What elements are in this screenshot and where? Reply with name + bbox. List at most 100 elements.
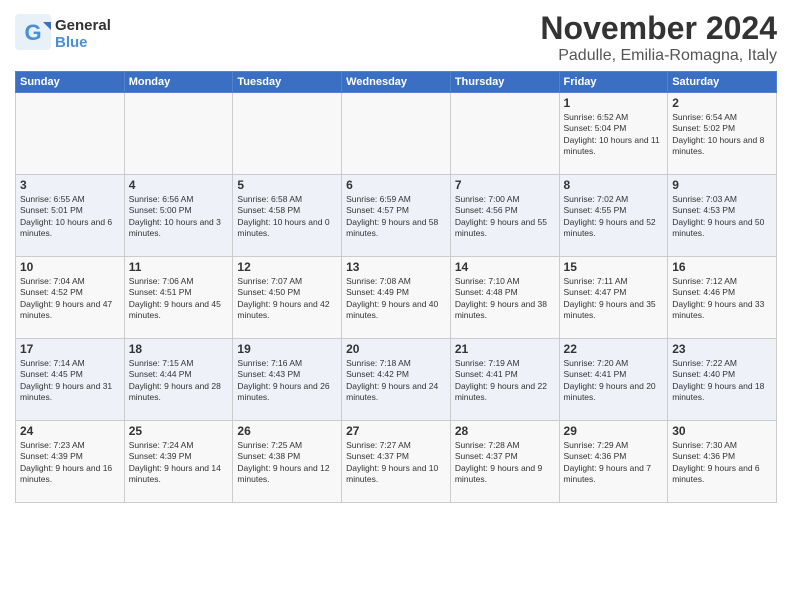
day-info: Sunrise: 7:08 AM Sunset: 4:49 PM Dayligh… bbox=[346, 276, 446, 322]
day-info: Sunrise: 7:27 AM Sunset: 4:37 PM Dayligh… bbox=[346, 440, 446, 486]
day-number: 16 bbox=[672, 260, 772, 274]
calendar-cell bbox=[233, 93, 342, 175]
day-info: Sunrise: 7:25 AM Sunset: 4:38 PM Dayligh… bbox=[237, 440, 337, 486]
logo-text-line2: Blue bbox=[55, 35, 111, 52]
calendar-cell: 30Sunrise: 7:30 AM Sunset: 4:36 PM Dayli… bbox=[668, 421, 777, 503]
day-info: Sunrise: 7:11 AM Sunset: 4:47 PM Dayligh… bbox=[564, 276, 664, 322]
day-info: Sunrise: 7:14 AM Sunset: 4:45 PM Dayligh… bbox=[20, 358, 120, 404]
day-info: Sunrise: 6:58 AM Sunset: 4:58 PM Dayligh… bbox=[237, 194, 337, 240]
day-number: 2 bbox=[672, 96, 772, 110]
logo-icon: G bbox=[15, 14, 51, 50]
calendar-cell: 28 Sunrise: 7:28 AM Sunset: 4:37 PM Dayli… bbox=[450, 421, 559, 503]
calendar-cell: 11 Sunrise: 7:06 AM Sunset: 4:51 PM Dayli… bbox=[124, 257, 233, 339]
day-info: Sunrise: 7:06 AM Sunset: 4:51 PM Dayligh… bbox=[129, 276, 229, 322]
col-wednesday: Wednesday bbox=[342, 72, 451, 93]
day-info: Sunrise: 7:10 AM Sunset: 4:48 PM Dayligh… bbox=[455, 276, 555, 322]
day-info: Sunrise: 7:16 AM Sunset: 4:43 PM Dayligh… bbox=[237, 358, 337, 404]
day-info: Sunrise: 6:59 AM Sunset: 4:57 PM Dayligh… bbox=[346, 194, 446, 240]
calendar-cell: 22Sunrise: 7:20 AM Sunset: 4:41 PM Dayli… bbox=[559, 339, 668, 421]
day-number: 17 bbox=[20, 342, 120, 356]
day-number: 9 bbox=[672, 178, 772, 192]
calendar-cell: 16 Sunrise: 7:12 AM Sunset: 4:46 PM Dayli… bbox=[668, 257, 777, 339]
day-info: Sunrise: 7:28 AM Sunset: 4:37 PM Dayligh… bbox=[455, 440, 555, 486]
day-number: 20 bbox=[346, 342, 446, 356]
day-number: 22 bbox=[564, 342, 664, 356]
calendar-cell: 24 Sunrise: 7:23 AM Sunset: 4:39 PM Dayli… bbox=[16, 421, 125, 503]
calendar-cell: 8 Sunrise: 7:02 AM Sunset: 4:55 PM Daylig… bbox=[559, 175, 668, 257]
calendar-cell: 7 Sunrise: 7:00 AM Sunset: 4:56 PM Daylig… bbox=[450, 175, 559, 257]
day-number: 15 bbox=[564, 260, 664, 274]
logo: G General Blue bbox=[15, 14, 111, 55]
day-info: Sunrise: 7:22 AM Sunset: 4:40 PM Dayligh… bbox=[672, 358, 772, 404]
day-number: 8 bbox=[564, 178, 664, 192]
day-number: 3 bbox=[20, 178, 120, 192]
calendar-cell: 14 Sunrise: 7:10 AM Sunset: 4:48 PM Dayli… bbox=[450, 257, 559, 339]
day-number: 7 bbox=[455, 178, 555, 192]
calendar-cell bbox=[342, 93, 451, 175]
col-friday: Friday bbox=[559, 72, 668, 93]
calendar-week-row: 24 Sunrise: 7:23 AM Sunset: 4:39 PM Dayli… bbox=[16, 421, 777, 503]
calendar-cell: 21Sunrise: 7:19 AM Sunset: 4:41 PM Dayli… bbox=[450, 339, 559, 421]
calendar-cell bbox=[16, 93, 125, 175]
day-number: 14 bbox=[455, 260, 555, 274]
calendar-cell: 1Sunrise: 6:52 AM Sunset: 5:04 PM Daylig… bbox=[559, 93, 668, 175]
day-info: Sunrise: 7:04 AM Sunset: 4:52 PM Dayligh… bbox=[20, 276, 120, 322]
day-info: Sunrise: 7:00 AM Sunset: 4:56 PM Dayligh… bbox=[455, 194, 555, 240]
day-number: 11 bbox=[129, 260, 229, 274]
calendar-cell bbox=[450, 93, 559, 175]
calendar-cell: 2 Sunrise: 6:54 AM Sunset: 5:02 PM Daylig… bbox=[668, 93, 777, 175]
logo-text-line1: General bbox=[55, 18, 111, 35]
calendar-cell: 10 Sunrise: 7:04 AM Sunset: 4:52 PM Dayli… bbox=[16, 257, 125, 339]
day-number: 5 bbox=[237, 178, 337, 192]
day-number: 1 bbox=[564, 96, 664, 110]
calendar-cell: 20 Sunrise: 7:18 AM Sunset: 4:42 PM Dayli… bbox=[342, 339, 451, 421]
day-info: Sunrise: 7:03 AM Sunset: 4:53 PM Dayligh… bbox=[672, 194, 772, 240]
day-info: Sunrise: 7:24 AM Sunset: 4:39 PM Dayligh… bbox=[129, 440, 229, 486]
day-number: 12 bbox=[237, 260, 337, 274]
day-info: Sunrise: 7:12 AM Sunset: 4:46 PM Dayligh… bbox=[672, 276, 772, 322]
calendar-week-row: 3Sunrise: 6:55 AM Sunset: 5:01 PM Daylig… bbox=[16, 175, 777, 257]
day-number: 28 bbox=[455, 424, 555, 438]
col-monday: Monday bbox=[124, 72, 233, 93]
calendar-table: Sunday Monday Tuesday Wednesday Thursday… bbox=[15, 71, 777, 503]
header: G General Blue November 2024 Padulle, Em… bbox=[15, 10, 777, 65]
day-info: Sunrise: 6:54 AM Sunset: 5:02 PM Dayligh… bbox=[672, 112, 772, 158]
calendar-cell: 23 Sunrise: 7:22 AM Sunset: 4:40 PM Dayli… bbox=[668, 339, 777, 421]
day-number: 4 bbox=[129, 178, 229, 192]
day-info: Sunrise: 7:23 AM Sunset: 4:39 PM Dayligh… bbox=[20, 440, 120, 486]
calendar-cell: 19Sunrise: 7:16 AM Sunset: 4:43 PM Dayli… bbox=[233, 339, 342, 421]
calendar-cell: 27 Sunrise: 7:27 AM Sunset: 4:37 PM Dayli… bbox=[342, 421, 451, 503]
calendar-cell: 17 Sunrise: 7:14 AM Sunset: 4:45 PM Dayli… bbox=[16, 339, 125, 421]
day-info: Sunrise: 7:02 AM Sunset: 4:55 PM Dayligh… bbox=[564, 194, 664, 240]
svg-text:G: G bbox=[24, 20, 41, 45]
calendar-header-row: Sunday Monday Tuesday Wednesday Thursday… bbox=[16, 72, 777, 93]
col-sunday: Sunday bbox=[16, 72, 125, 93]
day-number: 23 bbox=[672, 342, 772, 356]
calendar-week-row: 1Sunrise: 6:52 AM Sunset: 5:04 PM Daylig… bbox=[16, 93, 777, 175]
day-number: 30 bbox=[672, 424, 772, 438]
day-number: 29 bbox=[564, 424, 664, 438]
calendar-cell: 3Sunrise: 6:55 AM Sunset: 5:01 PM Daylig… bbox=[16, 175, 125, 257]
day-number: 25 bbox=[129, 424, 229, 438]
calendar-cell: 15 Sunrise: 7:11 AM Sunset: 4:47 PM Dayli… bbox=[559, 257, 668, 339]
day-info: Sunrise: 7:19 AM Sunset: 4:41 PM Dayligh… bbox=[455, 358, 555, 404]
calendar-cell: 18Sunrise: 7:15 AM Sunset: 4:44 PM Dayli… bbox=[124, 339, 233, 421]
calendar-cell bbox=[124, 93, 233, 175]
calendar-cell: 13Sunrise: 7:08 AM Sunset: 4:49 PM Dayli… bbox=[342, 257, 451, 339]
calendar-cell: 12 Sunrise: 7:07 AM Sunset: 4:50 PM Dayli… bbox=[233, 257, 342, 339]
calendar-week-row: 10 Sunrise: 7:04 AM Sunset: 4:52 PM Dayli… bbox=[16, 257, 777, 339]
day-info: Sunrise: 7:07 AM Sunset: 4:50 PM Dayligh… bbox=[237, 276, 337, 322]
day-number: 27 bbox=[346, 424, 446, 438]
day-info: Sunrise: 7:29 AM Sunset: 4:36 PM Dayligh… bbox=[564, 440, 664, 486]
col-tuesday: Tuesday bbox=[233, 72, 342, 93]
calendar-cell: 6 Sunrise: 6:59 AM Sunset: 4:57 PM Daylig… bbox=[342, 175, 451, 257]
day-number: 18 bbox=[129, 342, 229, 356]
day-number: 10 bbox=[20, 260, 120, 274]
day-number: 24 bbox=[20, 424, 120, 438]
day-info: Sunrise: 7:18 AM Sunset: 4:42 PM Dayligh… bbox=[346, 358, 446, 404]
day-number: 6 bbox=[346, 178, 446, 192]
month-title: November 2024 bbox=[540, 10, 777, 47]
col-saturday: Saturday bbox=[668, 72, 777, 93]
location-title: Padulle, Emilia-Romagna, Italy bbox=[540, 47, 777, 65]
calendar-cell: 29 Sunrise: 7:29 AM Sunset: 4:36 PM Dayli… bbox=[559, 421, 668, 503]
